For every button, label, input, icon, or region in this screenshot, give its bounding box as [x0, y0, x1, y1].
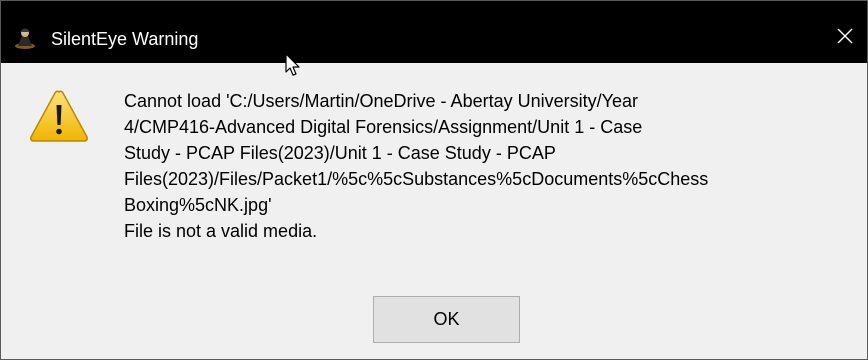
close-icon [837, 28, 853, 44]
message-line: File is not a valid media. [124, 221, 318, 241]
message-line: Files(2023)/Files/Packet1/%5c%5cSubstanc… [124, 169, 709, 189]
message-text: Cannot load 'C:/Users/Martin/OneDrive - … [124, 88, 864, 244]
warning-triangle-icon [29, 89, 89, 143]
message-line: Cannot load 'C:/Users/Martin/OneDrive - … [124, 91, 638, 111]
message-line: 4/CMP416-Advanced Digital Forensics/Assi… [124, 117, 643, 137]
window-title: SilentEye Warning [51, 29, 199, 49]
message-line: Study - PCAP Files(2023)/Unit 1 - Case S… [124, 143, 556, 163]
ok-button[interactable]: OK [373, 296, 520, 343]
message-line: Boxing%5cNK.jpg' [124, 195, 272, 215]
close-button[interactable] [821, 13, 867, 59]
ok-button-label: OK [433, 309, 460, 329]
title-bar[interactable]: SilentEye Warning [1, 1, 867, 63]
mouse-pointer-icon [285, 53, 301, 79]
silenteye-app-icon [13, 25, 37, 49]
warning-dialog: SilentEye Warning Cannot load 'C:/Users/ [0, 0, 868, 360]
